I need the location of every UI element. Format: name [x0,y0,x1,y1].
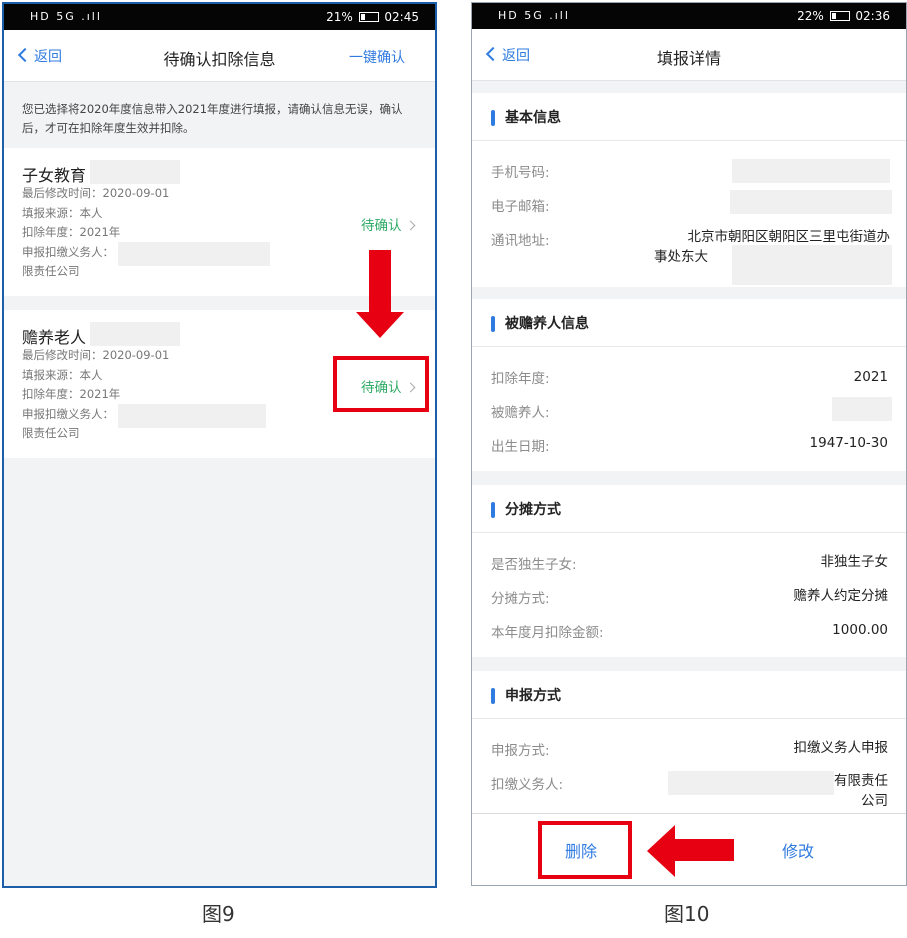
agent-line-1: 有限责任 [834,773,888,789]
redacted-block [118,242,270,266]
meta-modified: 最后修改时间：2020-09-01 [22,348,170,362]
clock: 02:45 [384,10,419,24]
section-title: 被赡养人信息 [505,316,589,332]
meta-source: 填报来源：本人 [22,205,103,220]
signal-indicators: HD 5G .ıll [498,9,570,22]
figure-caption-9: 图9 [202,902,235,926]
section-accent-bar [491,502,495,518]
redacted-email [730,190,892,214]
deduction-year-label: 扣除年度: [491,371,550,387]
clock: 02:36 [855,9,890,23]
card-meta: 最后修改时间：2020-09-01 填报来源：本人 扣除年度：2021年 申报扣… [22,184,169,282]
section-declare: 申报方式: 扣缴义务人申报 扣缴义务人: 有限责任 公司 [472,719,906,815]
highlight-box-delete [538,821,632,879]
status-bar: HD 5G .ıll 21% 02:45 [4,4,435,30]
red-arrow-left-icon [647,825,675,877]
screen-pending-deductions: HD 5G .ıll 21% 02:45 返回 待确认扣除信息 一键确认 您已选… [2,2,437,888]
section-split-header: 分摊方式 [472,485,906,533]
nav-bar: 返回 待确认扣除信息 一键确认 [4,30,435,82]
card-title: 赡养老人 [22,328,87,347]
split-method-label: 分摊方式: [491,591,550,607]
section-accent-bar [491,110,495,126]
chevron-right-icon [405,220,415,231]
nav-bar: 返回 填报详情 [472,29,906,81]
section-title: 申报方式 [505,688,561,704]
meta-modified: 最后修改时间：2020-09-01 [22,186,170,200]
edit-button[interactable]: 修改 [782,838,814,862]
battery-percent: 21% [326,10,357,24]
section-title: 分摊方式 [505,502,561,518]
section-title: 基本信息 [505,110,561,126]
redacted-phone [732,159,890,183]
card-meta: 最后修改时间：2020-09-01 填报来源：本人 扣除年度：2021年 申报扣… [22,346,169,444]
red-arrow-down-icon [356,312,404,338]
email-label: 电子邮箱: [491,199,550,215]
battery-icon [358,12,379,22]
deduction-year-value: 2021 [853,369,888,385]
split-method-value: 赡养人约定分摊 [793,588,889,604]
meta-source: 填报来源：本人 [22,367,103,382]
agent-line-2: 公司 [861,793,888,809]
screen-filing-details: HD 5G .ıll 22% 02:36 返回 填报详情 基本信息 手机号码: … [471,2,907,886]
redacted-address [732,245,892,285]
status-right: 22% 02:36 [797,9,890,23]
section-split: 是否独生子女: 非独生子女 分摊方式: 赡养人约定分摊 本年度月扣除金额: 10… [472,533,906,657]
declare-method-label: 申报方式: [491,743,550,759]
status-bar: HD 5G .ıll 22% 02:36 [472,3,906,29]
battery-icon [829,11,850,21]
battery-percent: 22% [797,9,828,23]
monthly-amount-value: 1000.00 [832,622,888,638]
birth-date-value: 1947-10-30 [809,435,888,451]
section-basic-info-header: 基本信息 [472,93,906,141]
page-title: 填报详情 [656,49,721,68]
meta-year: 扣除年度：2021年 [22,387,121,401]
birth-date-label: 出生日期: [491,439,550,455]
redacted-block [90,322,180,346]
pending-label: 待确认 [361,218,402,234]
figure-caption-10: 图10 [664,902,710,926]
confirm-all-button[interactable]: 一键确认 [349,47,405,67]
redacted-block [90,160,180,184]
phone-label: 手机号码: [491,165,550,181]
dependent-label: 被赡养人: [491,405,550,421]
section-declare-header: 申报方式 [472,671,906,719]
red-arrow-left-shaft [674,839,734,861]
redacted-agent [668,771,834,795]
section-dependent: 扣除年度: 2021 被赡养人: 出生日期: 1947-10-30 [472,347,906,471]
withholding-agent-value: 有限责任 公司 [834,771,888,811]
pending-status-link[interactable]: 待确认 [361,214,415,234]
notice-text: 您已选择将2020年度信息带入2021年度进行填报，请确认信息无误，确认后，才可… [22,102,403,135]
red-arrow-down-shaft [369,250,391,314]
only-child-label: 是否独生子女: [491,557,577,573]
section-accent-bar [491,316,495,332]
signal-indicators: HD 5G .ıll [30,10,102,23]
highlight-box-pending [333,356,429,412]
section-accent-bar [491,688,495,704]
section-dependent-header: 被赡养人信息 [472,299,906,347]
section-basic-info: 手机号码: 电子邮箱: 通讯地址: 北京市朝阳区朝阳区三里屯街道办 事处东大 [472,141,906,287]
card-title: 子女教育 [22,166,87,185]
monthly-amount-label: 本年度月扣除金额: [491,625,604,641]
redacted-dependent [832,397,892,421]
address-label: 通讯地址: [491,233,550,249]
redacted-block [118,404,266,428]
only-child-value: 非独生子女 [820,554,889,570]
status-right: 21% 02:45 [326,10,419,24]
withholding-agent-label: 扣缴义务人: [491,777,564,793]
declare-method-value: 扣缴义务人申报 [793,740,889,756]
address-line-1: 北京市朝阳区朝阳区三里屯街道办 [687,229,891,245]
meta-year: 扣除年度：2021年 [22,225,121,239]
